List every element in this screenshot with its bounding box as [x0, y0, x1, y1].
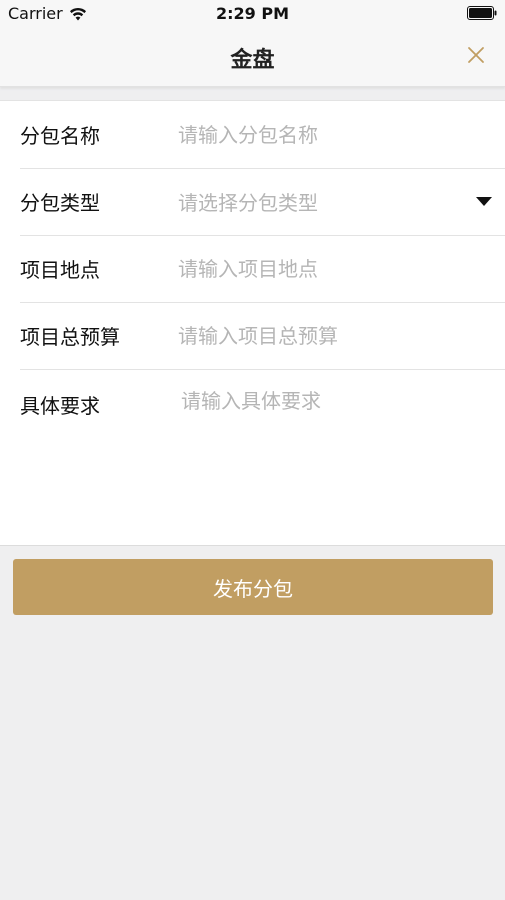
nav-bar: 金盘: [0, 28, 505, 87]
field-label-requirements: 具体要求: [20, 394, 100, 418]
field-label-name: 分包名称: [20, 124, 100, 148]
project-budget-input[interactable]: [178, 320, 505, 351]
form-row-type[interactable]: 分包类型 请选择分包类型: [20, 168, 505, 236]
form-row-location: 项目地点: [20, 235, 505, 303]
status-bar: Carrier 2:29 PM: [0, 0, 505, 28]
requirements-textarea[interactable]: [181, 388, 505, 488]
field-label-location: 项目地点: [20, 258, 100, 282]
form-row-requirements: 具体要求: [20, 369, 505, 545]
form-row-name: 分包名称: [20, 101, 505, 169]
publish-subcontract-button[interactable]: 发布分包: [13, 559, 493, 615]
field-label-type: 分包类型: [20, 191, 100, 215]
subcontract-type-select[interactable]: 请选择分包类型: [178, 187, 476, 216]
subcontract-form: 分包名称 分包类型 请选择分包类型 项目地点 项目总预算 具体要求: [0, 100, 505, 546]
form-row-budget: 项目总预算: [20, 302, 505, 370]
status-time: 2:29 PM: [215, 4, 289, 23]
chevron-down-icon[interactable]: [476, 197, 492, 206]
battery-icon: [467, 6, 497, 20]
subcontract-name-input[interactable]: [178, 119, 505, 150]
page-title: 金盘: [230, 48, 275, 73]
project-location-input[interactable]: [178, 253, 505, 284]
close-icon[interactable]: [465, 44, 487, 66]
field-label-budget: 项目总预算: [20, 325, 120, 349]
